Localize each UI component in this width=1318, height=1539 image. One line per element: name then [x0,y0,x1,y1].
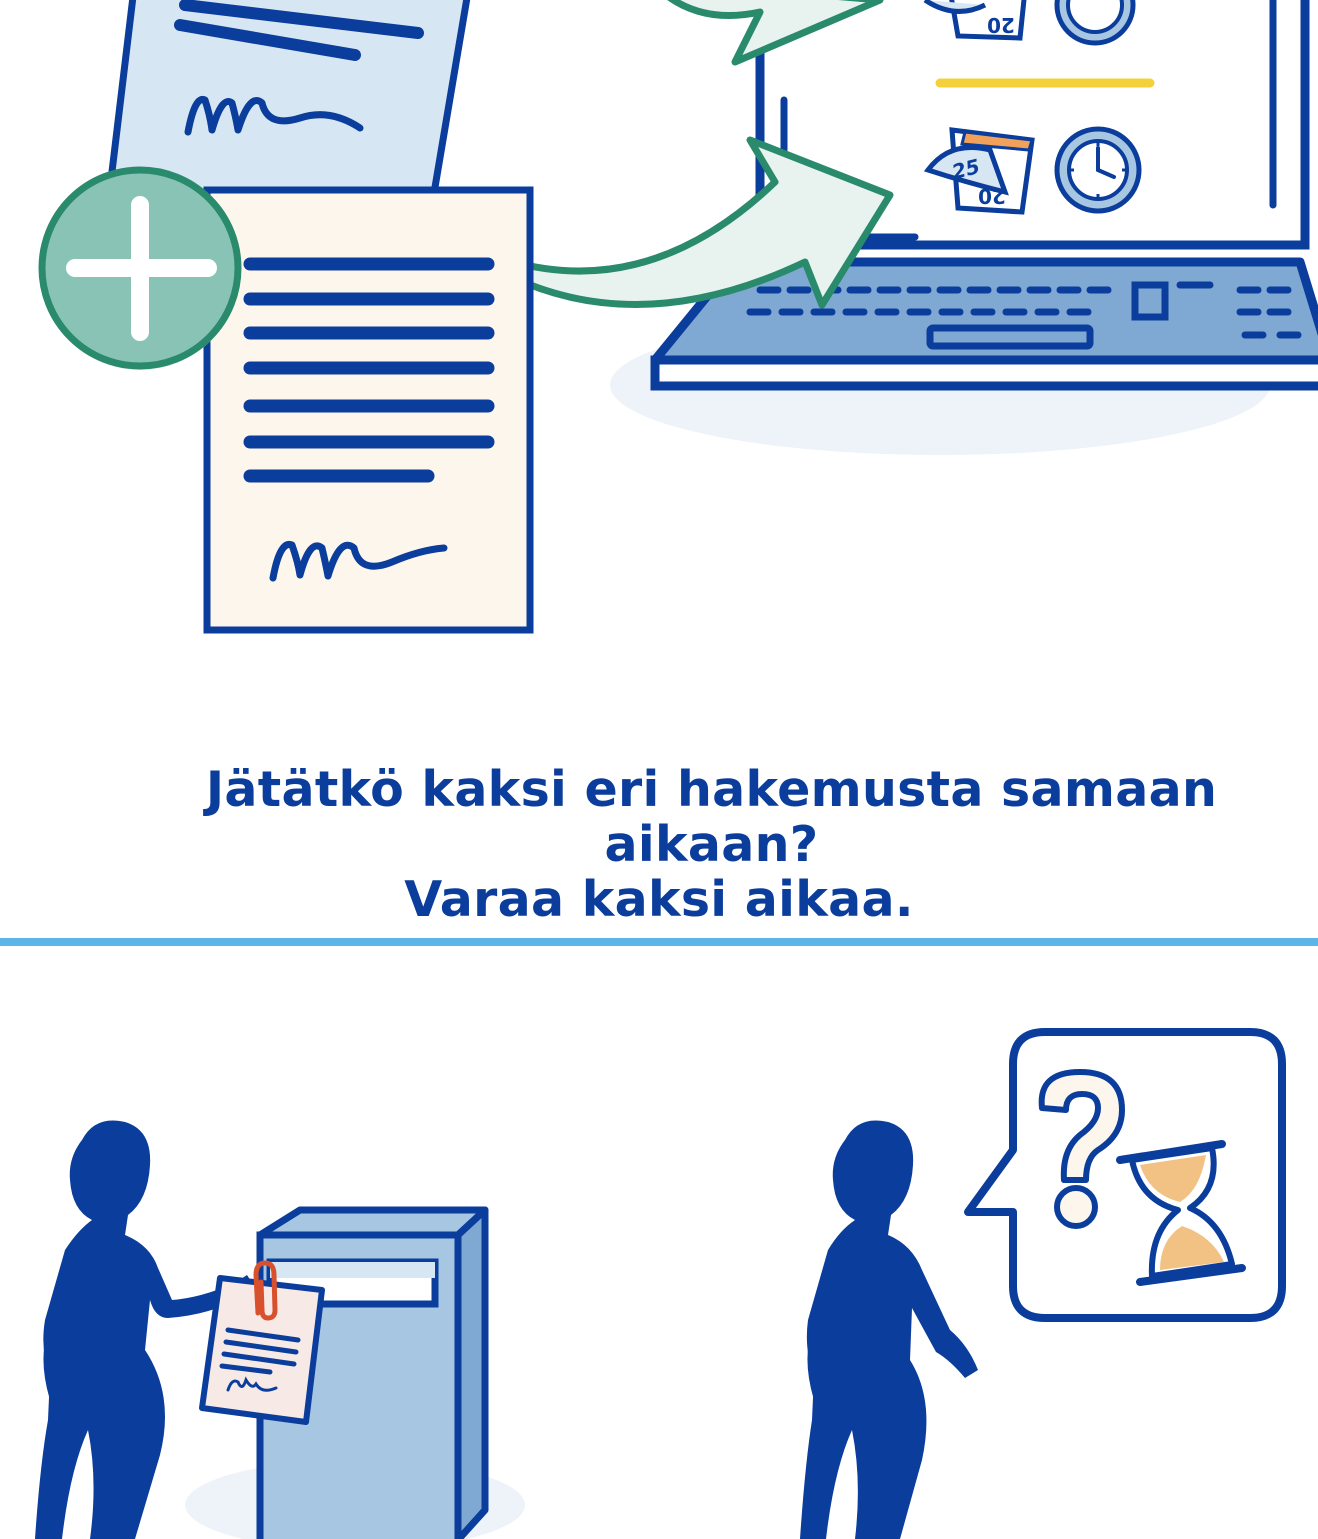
speech-bubble [964,1028,1286,1322]
section-divider [0,938,1318,946]
calendar-number: 20 [978,184,1006,208]
clock-icon [1054,126,1142,214]
heading-line-1: Jätätkö kaksi eri hakemusta samaan aikaa… [205,761,1218,873]
calendar-number: 20 [987,13,1015,37]
page-heading: Jätätkö kaksi eri hakemusta samaan aikaa… [0,762,1318,927]
person-silhouette [800,1120,978,1539]
document-icon [203,186,534,634]
heading-line-2: Varaa kaksi aikaa. [404,871,914,928]
plus-icon [38,166,242,370]
